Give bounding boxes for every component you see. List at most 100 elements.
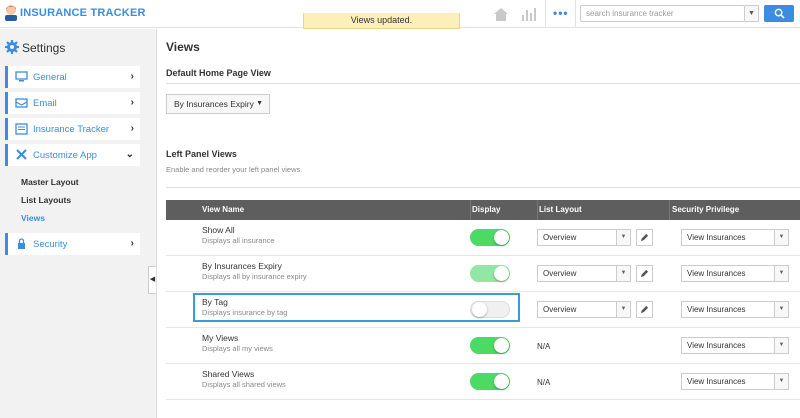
chevron-left-icon: ◀ (149, 276, 156, 283)
caret-down-icon: ▼ (774, 302, 788, 317)
caret-down-icon: ▼ (774, 266, 788, 281)
edit-layout-button[interactable] (636, 229, 653, 246)
search-icon (774, 8, 785, 19)
main-content: Views Default Home Page View By Insuranc… (157, 29, 800, 418)
column-divider (669, 200, 670, 220)
sidebar-item-customize-app[interactable]: Customize App ⌄ (5, 144, 140, 166)
caret-down-icon: ▼ (616, 302, 630, 317)
toggle-knob (494, 230, 509, 245)
list-layout-select[interactable]: Overview ▼ (537, 301, 631, 318)
sidebar-item-security[interactable]: Security › (5, 233, 140, 255)
home-icon[interactable] (492, 5, 510, 23)
column-header-list-layout: List Layout (539, 205, 582, 214)
list-layout-value: N/A (537, 342, 551, 351)
chevron-right-icon: › (130, 123, 134, 134)
views-table-header: View Name Display List Layout Security P… (166, 200, 800, 220)
sidebar-title: Settings (22, 41, 66, 55)
search-input[interactable] (580, 5, 745, 22)
column-header-view-name: View Name (202, 205, 245, 214)
page-title: Views (166, 40, 200, 54)
view-name: By Insurances Expiry (202, 261, 282, 271)
chevron-down-icon: ⌄ (125, 149, 134, 160)
divider (166, 83, 800, 84)
list-layout-select[interactable]: Overview ▼ (537, 265, 631, 282)
view-name: Shared Views (202, 369, 255, 379)
table-row: Show All Displays all insurance Overview… (166, 220, 800, 256)
monitor-icon (15, 71, 28, 82)
select-value: View Insurances (687, 305, 746, 314)
toggle-knob (494, 374, 509, 389)
sidebar-item-general[interactable]: General › (5, 66, 140, 88)
select-value: View Insurances (687, 269, 746, 278)
search-dropdown-button[interactable]: ▼ (745, 5, 759, 22)
column-divider (470, 200, 471, 220)
chevron-right-icon: › (130, 97, 134, 108)
lock-icon (18, 238, 25, 249)
table-row: By Insurances Expiry Displays all by ins… (166, 256, 800, 292)
view-description: Displays all insurance (202, 236, 275, 245)
select-value: View Insurances (687, 341, 746, 350)
edit-layout-button[interactable] (636, 301, 653, 318)
list-layout-value: N/A (537, 378, 551, 387)
security-privilege-select[interactable]: View Insurances ▼ (681, 229, 789, 246)
display-toggle[interactable] (470, 265, 510, 282)
chevron-right-icon: › (130, 238, 134, 249)
view-name: Show All (202, 225, 235, 235)
divider (166, 187, 800, 188)
column-header-security-privilege: Security Privilege (672, 205, 740, 214)
left-panel-heading: Left Panel Views (166, 149, 237, 159)
view-description: Displays all my views (202, 344, 273, 353)
pencil-icon (640, 233, 649, 242)
table-row: Shared Views Displays all shared views N… (166, 364, 800, 400)
sidebar-item-label: Security (33, 239, 68, 250)
header-divider (575, 0, 576, 28)
highlight-box (193, 293, 520, 322)
caret-down-icon: ▼ (256, 100, 263, 107)
caret-down-icon: ▼ (774, 230, 788, 245)
subnav-list-layouts[interactable]: List Layouts (21, 195, 71, 205)
view-name: My Views (202, 333, 239, 343)
left-panel-help: Enable and reorder your left panel views… (166, 165, 303, 174)
security-privilege-select[interactable]: View Insurances ▼ (681, 265, 789, 282)
select-value: Overview (543, 233, 577, 242)
chart-icon[interactable] (520, 5, 538, 23)
sidebar-item-email[interactable]: Email › (5, 92, 140, 114)
settings-sidebar: Settings General › Email › Insurance Tra… (0, 29, 157, 418)
app-logo-icon (5, 5, 17, 21)
select-value: View Insurances (687, 377, 746, 386)
display-toggle[interactable] (470, 373, 510, 390)
id-card-icon (15, 123, 28, 135)
sidebar-item-insurance-tracker[interactable]: Insurance Tracker › (5, 118, 140, 140)
select-value: By Insurances Expiry (174, 99, 254, 109)
sidebar-item-label: Insurance Tracker (33, 124, 110, 135)
app-title[interactable]: INSURANCE TRACKER (20, 7, 146, 19)
sidebar-item-label: Customize App (33, 150, 97, 161)
header-divider (545, 0, 546, 28)
view-description: Displays all shared views (202, 380, 286, 389)
caret-down-icon: ▼ (616, 266, 630, 281)
top-bar: INSURANCE TRACKER Views updated. ••• ▼ (0, 0, 800, 29)
security-privilege-select[interactable]: View Insurances ▼ (681, 301, 789, 318)
wrench-icon (16, 149, 27, 160)
view-description: Displays all by insurance expiry (202, 272, 307, 281)
sidebar-item-label: General (33, 72, 67, 83)
chevron-right-icon: › (130, 71, 134, 82)
security-privilege-select[interactable]: View Insurances ▼ (681, 337, 789, 354)
collapse-sidebar-button[interactable]: ◀ (148, 266, 156, 294)
sidebar-item-label: Email (33, 98, 57, 109)
default-home-view-select[interactable]: By Insurances Expiry ▼ (166, 94, 270, 114)
caret-down-icon: ▼ (774, 374, 788, 389)
gear-icon (5, 40, 19, 54)
edit-layout-button[interactable] (636, 265, 653, 282)
list-layout-select[interactable]: Overview ▼ (537, 229, 631, 246)
pencil-icon (640, 305, 649, 314)
security-privilege-select[interactable]: View Insurances ▼ (681, 373, 789, 390)
subnav-master-layout[interactable]: Master Layout (21, 177, 79, 187)
more-icon[interactable]: ••• (553, 6, 569, 20)
pencil-icon (640, 269, 649, 278)
select-value: Overview (543, 305, 577, 314)
subnav-views[interactable]: Views (21, 213, 45, 223)
search-button[interactable] (764, 5, 794, 22)
display-toggle[interactable] (470, 229, 510, 246)
display-toggle[interactable] (470, 337, 510, 354)
